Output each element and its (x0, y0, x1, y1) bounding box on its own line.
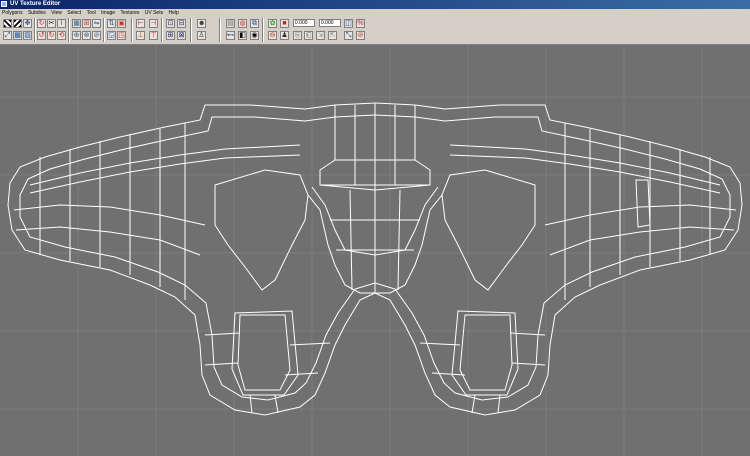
dim-icon[interactable]: ⊡ (166, 19, 175, 28)
rotate-icon[interactable]: ↻ (37, 19, 46, 28)
isolate-icon[interactable]: ⊞ (166, 31, 175, 40)
no-icon[interactable]: ⊖ (268, 31, 277, 40)
layout2-icon[interactable]: ◲ (107, 31, 116, 40)
rotate-cw-icon[interactable]: ↻ (47, 31, 56, 40)
menu-select[interactable]: Select (67, 9, 81, 17)
relax-icon[interactable]: ▩ (13, 31, 22, 40)
contrast-icon[interactable]: ◧ (238, 31, 247, 40)
copy-icon[interactable]: ⎘ (293, 31, 302, 40)
layers-icon[interactable]: ⧉ (250, 19, 259, 28)
align-icon[interactable]: ⊢ (136, 19, 145, 28)
menu-subdivs[interactable]: Subdivs (28, 9, 46, 17)
flip-v-icon[interactable]: ⇅ (107, 19, 116, 28)
texture-icon[interactable]: ▤ (226, 19, 235, 28)
toolbar: ✥ ↻ ✂ ⌇ ▦ ⊞ ⇋ ⇅ ▣ ⊢ ⊣ ⊡ ⊟ ☻ ▤ ◍ ⧉ ✿ ■ ◫ … (0, 17, 750, 45)
grid-icon[interactable]: ⊞ (82, 19, 91, 28)
stop-icon[interactable]: ⊘ (356, 31, 365, 40)
uv-viewport[interactable] (0, 45, 750, 456)
uv-shell-icon[interactable]: ⊠ (177, 31, 186, 40)
flip-h-icon[interactable]: ⇋ (92, 19, 101, 28)
uv-snap-icon[interactable]: ✿ (268, 19, 277, 28)
refresh-u-icon[interactable]: ◫ (344, 19, 353, 28)
window-icon (1, 1, 7, 7)
window-title: UV Texture Editor (10, 1, 61, 7)
cycle-icon[interactable]: ⟲ (57, 31, 66, 40)
uv-texture-editor-window: UV Texture Editor Polygons Subdivs View … (0, 0, 750, 456)
snapshot-icon[interactable]: ▣ (117, 19, 126, 28)
paste-v-icon[interactable]: ⇱ (328, 31, 337, 40)
rotate-ccw-icon[interactable]: ↺ (37, 31, 46, 40)
layout-icon[interactable]: ▦ (72, 19, 81, 28)
image-icon[interactable]: ⊣ (149, 19, 158, 28)
sew-icon[interactable]: ⌇ (57, 19, 66, 28)
stitch-icon[interactable]: ⊕ (72, 31, 81, 40)
person2-icon[interactable]: ♟ (280, 31, 289, 40)
shade-icon[interactable]: ⊟ (177, 19, 186, 28)
cut-icon[interactable]: ✂ (47, 19, 56, 28)
unfold-icon[interactable]: ⤢ (3, 31, 12, 40)
u-value-field[interactable] (293, 19, 315, 27)
move-icon[interactable]: ✥ (23, 19, 32, 28)
title-bar: UV Texture Editor (0, 0, 750, 9)
uv-mesh-wireframe (7, 102, 743, 416)
paste-icon[interactable]: ⎗ (304, 31, 313, 40)
percent-icon[interactable]: % (356, 19, 365, 28)
uv-canvas[interactable] (0, 45, 750, 456)
normalize-icon[interactable]: ▨ (23, 31, 32, 40)
paste-u-icon[interactable]: ⇲ (316, 31, 325, 40)
menu-help[interactable]: Help (169, 9, 179, 17)
select-uv-icon[interactable]: ⊷ (226, 31, 235, 40)
checker2-icon[interactable] (13, 19, 22, 28)
color-icon[interactable]: ■ (280, 19, 289, 28)
menu-uv-sets[interactable]: UV Sets (145, 9, 163, 17)
merge-icon[interactable]: ⊘ (92, 31, 101, 40)
pixel-snap-icon[interactable]: ☻ (197, 19, 206, 28)
menu-polygons[interactable]: Polygons (2, 9, 23, 17)
person-icon[interactable]: ♙ (197, 31, 206, 40)
exposure-icon[interactable]: ◉ (250, 31, 259, 40)
checker-icon[interactable] (3, 19, 12, 28)
menu-tool[interactable]: Tool (87, 9, 96, 17)
menu-textures[interactable]: Textures (120, 9, 139, 17)
split-icon[interactable]: ⊗ (82, 31, 91, 40)
scale-icon[interactable]: ⤡ (344, 31, 353, 40)
align-top-icon[interactable]: ⊤ (149, 31, 158, 40)
v-value-field[interactable] (319, 19, 341, 27)
menu-view[interactable]: View (51, 9, 62, 17)
grid2-icon[interactable]: ◳ (117, 31, 126, 40)
swatch-icon[interactable]: ◍ (238, 19, 247, 28)
menu-image[interactable]: Image (101, 9, 115, 17)
align-bottom-icon[interactable]: ⊥ (136, 31, 145, 40)
